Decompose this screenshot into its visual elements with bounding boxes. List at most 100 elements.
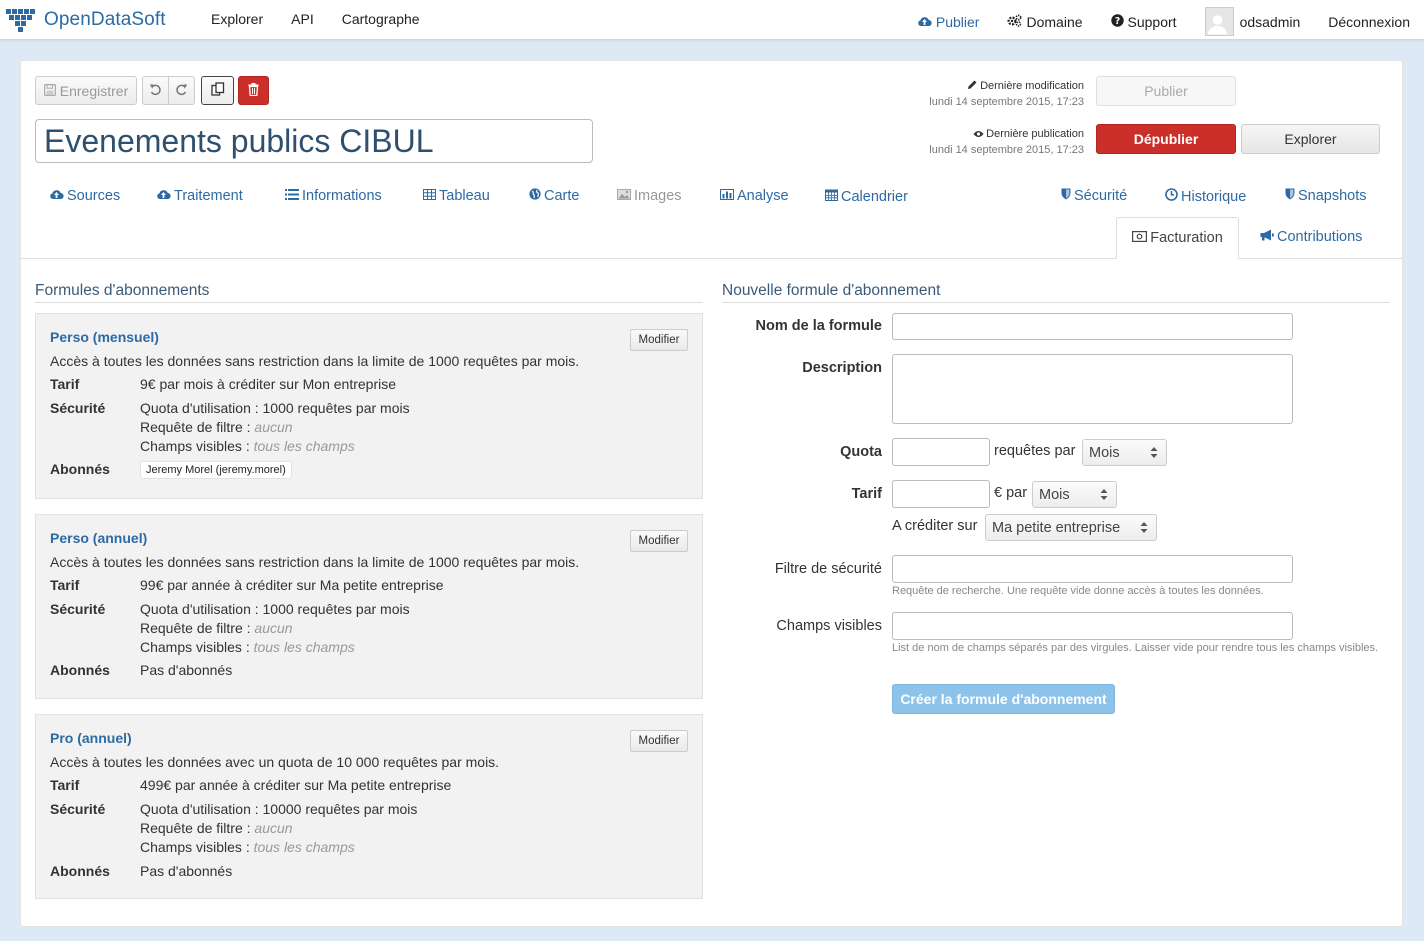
nav-domaine-label: Domaine (1026, 13, 1083, 30)
nav-support[interactable]: ? Support (1110, 13, 1177, 30)
plan-card: Pro (annuel) Modifier Accès à toutes les… (35, 714, 703, 899)
tab-sources[interactable]: Sources (49, 188, 120, 204)
delete-button[interactable] (238, 76, 269, 105)
copy-icon (210, 82, 225, 99)
bullhorn-icon (1260, 229, 1277, 245)
redo-icon (175, 83, 188, 99)
plan-name: Perso (mensuel) (50, 329, 159, 345)
plan-fields-value: tous les champs (253, 639, 355, 655)
plan-description: Accès à toutes les données sans restrict… (50, 554, 580, 570)
tab-contributions[interactable]: Contributions (1260, 229, 1362, 245)
tab-tableau[interactable]: Tableau (423, 188, 490, 204)
plan-filter: Requête de filtre : aucun (140, 419, 293, 435)
plan-tarif-value: 9€ par mois à créditer sur Mon entrepris… (140, 376, 396, 392)
tab-carte[interactable]: Carte (529, 188, 579, 204)
save-button[interactable]: Enregistrer (35, 76, 137, 105)
nav-publier-label: Publier (935, 13, 980, 30)
quota-period-value: Mois (1089, 444, 1120, 461)
nav-user-label: odsadmin (1239, 13, 1301, 30)
nav-logout-label: Déconnexion (1328, 13, 1410, 30)
tab-images[interactable]: Images (617, 188, 682, 204)
tab-historique[interactable]: Historique (1165, 188, 1246, 205)
plan-tarif-label: Tarif (50, 777, 80, 793)
tab-calendrier-label: Calendrier (841, 188, 908, 205)
copy-button[interactable] (201, 76, 234, 105)
plans-section-divider (35, 302, 703, 303)
description-label: Description (802, 360, 882, 376)
explore-button[interactable]: Explorer (1241, 124, 1380, 154)
nav-explorer[interactable]: Explorer (211, 11, 263, 27)
tab-snapshots-label: Snapshots (1298, 188, 1367, 204)
credit-account-value: Ma petite entreprise (992, 519, 1121, 536)
plan-tarif-value: 99€ par année à créditer sur Ma petite e… (140, 577, 444, 593)
plan-filter-value: aucun (254, 820, 293, 836)
quota-period-select[interactable]: Mois (1082, 439, 1167, 466)
plan-filter-label: Requête de filtre : (140, 820, 255, 836)
tab-facturation[interactable]: Facturation (1116, 217, 1239, 259)
plan-name-input[interactable] (892, 313, 1293, 340)
last-modification: Dernière modification lundi 14 septembre… (929, 78, 1084, 110)
subscriber-tag[interactable]: Jeremy Morel (jeremy.morel) (140, 461, 292, 479)
modify-plan-button[interactable]: Modifier (630, 329, 688, 351)
visible-fields-input[interactable] (892, 612, 1293, 640)
visible-fields-label: Champs visibles (776, 618, 882, 634)
plan-abonnes-label: Abonnés (50, 662, 110, 678)
image-icon (617, 188, 634, 204)
tarif-input[interactable] (892, 480, 990, 508)
publish-button[interactable]: Publier (1096, 76, 1236, 106)
tab-securite[interactable]: Sécurité (1061, 188, 1127, 204)
nav-logout[interactable]: Déconnexion (1328, 14, 1410, 30)
clock-icon (1165, 188, 1181, 205)
brand-logo[interactable]: OpenDataSoft (6, 6, 166, 34)
opendatasoft-logo-icon (6, 6, 38, 34)
plan-abonnes-value: Pas d'abonnés (140, 863, 233, 879)
tarif-period-select[interactable]: Mois (1032, 481, 1117, 508)
plan-fields-label: Champs visibles : (140, 639, 254, 655)
plan-filter: Requête de filtre : aucun (140, 620, 293, 636)
select-arrows-icon (1140, 521, 1148, 538)
unpublish-button[interactable]: Dépublier (1096, 124, 1236, 154)
quota-input[interactable] (892, 438, 990, 466)
save-button-label: Enregistrer (59, 82, 129, 99)
plan-filter: Requête de filtre : aucun (140, 820, 293, 836)
modify-plan-button[interactable]: Modifier (630, 530, 688, 552)
nav-cartographe[interactable]: Cartographe (342, 11, 420, 27)
description-textarea[interactable] (892, 354, 1293, 424)
plan-name: Pro (annuel) (50, 730, 132, 746)
tab-traitement[interactable]: Traitement (156, 188, 243, 204)
nav-api[interactable]: API (291, 11, 314, 27)
svg-text:?: ? (1114, 16, 1120, 27)
question-circle-icon: ? (1110, 13, 1128, 30)
plan-fields-value: tous les champs (253, 438, 355, 454)
plan-filter-value: aucun (254, 419, 293, 435)
tab-calendrier[interactable]: Calendrier (825, 188, 908, 205)
tab-historique-label: Historique (1181, 188, 1247, 205)
plan-name-label: Nom de la formule (755, 318, 883, 334)
plan-quota-value: Quota d'utilisation : 1000 requêtes par … (140, 601, 410, 617)
plan-tarif-label: Tarif (50, 577, 80, 593)
dataset-title-input[interactable]: Evenements publics CIBUL (35, 119, 593, 163)
nav-user[interactable]: odsadmin (1204, 7, 1301, 36)
nav-domaine[interactable]: Domaine (1007, 13, 1083, 30)
tab-carte-label: Carte (544, 188, 580, 204)
last-publication-date: lundi 14 septembre 2015, 17:23 (929, 144, 1084, 156)
tarif-label: Tarif (851, 486, 882, 502)
undo-button[interactable] (142, 76, 169, 105)
plan-quota-value: Quota d'utilisation : 1000 requêtes par … (140, 400, 410, 416)
tab-analyse[interactable]: Analyse (720, 188, 789, 204)
shield-icon (1285, 188, 1298, 204)
nav-publier[interactable]: Publier (917, 13, 980, 30)
redo-button[interactable] (168, 76, 195, 105)
nav-support-label: Support (1127, 13, 1177, 30)
plan-fields-label: Champs visibles : (140, 438, 254, 454)
tab-snapshots[interactable]: Snapshots (1285, 188, 1367, 204)
quota-label: Quota (840, 444, 882, 460)
dataset-panel: Enregistrer Evenements publics CIBUL Der… (20, 60, 1403, 927)
modify-plan-button[interactable]: Modifier (630, 730, 688, 752)
credit-account-select[interactable]: Ma petite entreprise (985, 514, 1157, 541)
tarif-unit: € par (994, 485, 1028, 501)
tarif-period-value: Mois (1039, 486, 1070, 503)
create-plan-button[interactable]: Créer la formule d'abonnement (892, 684, 1115, 714)
security-filter-input[interactable] (892, 555, 1293, 583)
tab-informations[interactable]: Informations (285, 188, 382, 204)
